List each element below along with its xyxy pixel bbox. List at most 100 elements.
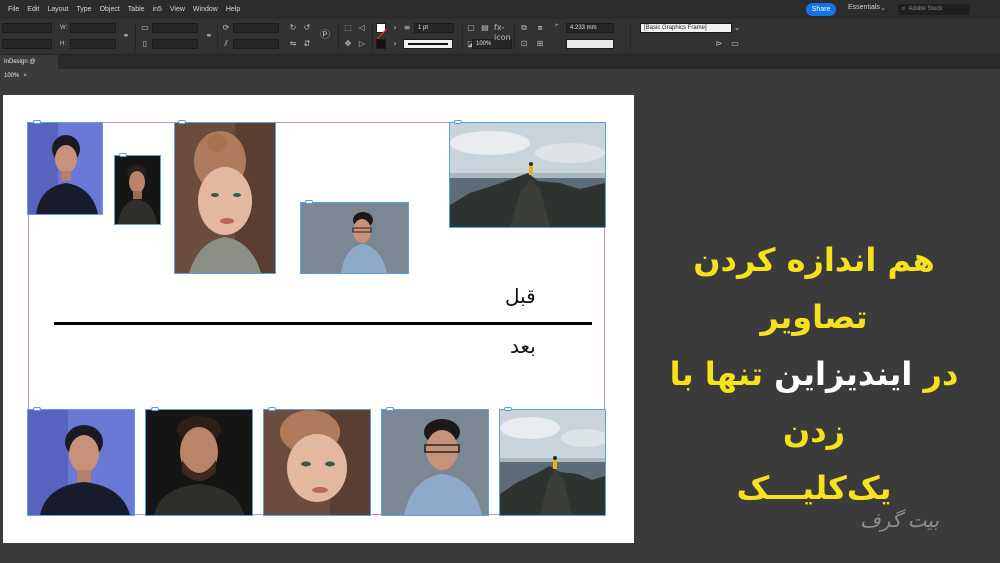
document-tab[interactable]: InDesign @ 100% × (0, 55, 58, 79)
image-frame-woman-blue-before[interactable] (27, 122, 103, 215)
woman-blue-portrait (28, 410, 134, 515)
man-glasses-portrait (382, 410, 488, 515)
rotate-cw-icon[interactable]: ↻ (288, 23, 298, 33)
frame-handle[interactable] (33, 120, 41, 124)
frame-handle[interactable] (454, 120, 462, 124)
object-style-chevron-icon[interactable]: ⌄ (732, 23, 742, 33)
corner-size-field[interactable]: 4.233 mm (566, 23, 614, 33)
object-style-select[interactable]: [Basic Graphics Frame] (640, 23, 732, 33)
stock-search-placeholder: Adobe Stock (908, 6, 943, 12)
stroke-type-select[interactable] (403, 39, 453, 49)
control-panel: W: H: ⚭ ▭ ▯ ⚭ ⟳ ⫽ ↻ ↺ ⇋ ⇵ Ⓟ ⬚ ✥ ◁ ▷ › › … (0, 19, 1000, 55)
image-frame-man-dark-after[interactable] (145, 409, 253, 516)
flip-vertical-icon[interactable]: ⇵ (302, 39, 312, 49)
stroke-weight-field[interactable]: 1 pt (414, 23, 454, 33)
image-frame-redhead-before[interactable] (174, 122, 276, 274)
frame-options-icon[interactable]: ▭ (730, 39, 740, 49)
drop-shadow-icon[interactable]: ▢ (466, 23, 476, 33)
headline-highlight: ایندیزاین (774, 355, 913, 393)
scale-y-field[interactable] (152, 39, 198, 49)
constrain-scale-icon[interactable]: ⚭ (204, 31, 214, 41)
height-field[interactable] (70, 39, 116, 49)
man-dark-portrait (115, 156, 160, 224)
x-field[interactable] (2, 23, 52, 33)
height-label: H: (60, 41, 66, 47)
select-content-icon[interactable]: ✥ (343, 39, 353, 49)
flip-horizontal-icon[interactable]: ⇋ (288, 39, 298, 49)
select-next-icon[interactable]: ▷ (357, 39, 367, 49)
frame-handle[interactable] (386, 407, 394, 411)
width-label: W: (60, 25, 68, 31)
select-previous-icon[interactable]: ◁ (357, 23, 367, 33)
woman-blue-portrait (28, 123, 102, 214)
mountain-landscape (450, 123, 605, 227)
reference-point-icon[interactable]: Ⓟ (320, 31, 330, 41)
scale-x-field[interactable] (152, 23, 198, 33)
frame-handle[interactable] (119, 153, 127, 157)
rotate-icon: ⟳ (222, 23, 230, 32)
menu-window[interactable]: Window (193, 6, 218, 13)
fill-chevron-icon[interactable]: › (390, 23, 400, 33)
share-button[interactable]: Share (806, 3, 836, 16)
rotate-ccw-icon[interactable]: ↺ (302, 23, 312, 33)
image-frame-mountain-after[interactable] (499, 409, 606, 516)
constrain-link-icon[interactable]: ⚭ (121, 31, 131, 41)
center-content-icon[interactable]: ⊡ (519, 39, 529, 49)
close-icon[interactable]: × (23, 73, 27, 79)
object-style-value: [Basic Graphics Frame] (644, 25, 707, 31)
fit-frame-icon[interactable]: ⧈ (535, 23, 545, 33)
separator (514, 23, 515, 51)
document-tab-bar: InDesign @ 100% × (0, 55, 1000, 79)
shear-icon: ⫽ (224, 39, 228, 48)
rotation-field[interactable] (233, 23, 279, 33)
menu-layout[interactable]: Layout (47, 6, 68, 13)
image-frame-redhead-after[interactable] (263, 409, 371, 516)
stroke-chevron-icon[interactable]: › (390, 39, 400, 49)
corner-shape-icon[interactable]: ⌜ (552, 23, 562, 33)
clear-overrides-icon[interactable]: ⊳ (714, 39, 724, 49)
stock-search-input[interactable]: ⌕ Adobe Stock (898, 4, 970, 15)
menu-view[interactable]: View (170, 6, 185, 13)
menu-object[interactable]: Object (100, 6, 120, 13)
frame-handle[interactable] (178, 120, 186, 124)
man-glasses-portrait (301, 203, 408, 273)
frame-handle[interactable] (268, 407, 276, 411)
shear-field[interactable] (233, 39, 279, 49)
menu-table[interactable]: Table (128, 6, 145, 13)
text-wrap-icon[interactable]: ▤ (480, 23, 490, 33)
none-swatch-slash (376, 28, 388, 40)
stroke-swatch-icon[interactable] (376, 39, 386, 49)
select-container-icon[interactable]: ⬚ (343, 23, 353, 33)
separator (462, 23, 463, 51)
frame-handle[interactable] (151, 407, 159, 411)
fit-content-icon[interactable]: ⧉ (519, 23, 529, 33)
corner-type-select[interactable] (566, 39, 614, 49)
chevron-down-icon[interactable]: ⌄ (880, 4, 886, 12)
fill-swatch-icon[interactable] (376, 23, 388, 40)
menu-help[interactable]: Help (226, 6, 240, 13)
frame-handle[interactable] (504, 407, 512, 411)
image-frame-man-glasses-before[interactable] (300, 202, 409, 274)
frame-handle[interactable] (305, 200, 313, 204)
image-frame-man-glasses-after[interactable] (381, 409, 489, 516)
y-field[interactable] (2, 39, 52, 49)
divider-line[interactable] (54, 322, 592, 325)
fill-frame-icon[interactable]: ⊞ (535, 39, 545, 49)
menu-edit[interactable]: Edit (27, 6, 39, 13)
separator (630, 23, 631, 51)
zoom-value: 100% (476, 41, 492, 47)
image-frame-man-dark-before[interactable] (114, 155, 161, 225)
watermark-logo: بیت گرف (860, 508, 939, 532)
menu-file[interactable]: File (8, 6, 19, 13)
menu-type[interactable]: Type (76, 6, 91, 13)
scale-x-icon: ▭ (141, 23, 149, 32)
frame-handle[interactable] (33, 407, 41, 411)
image-frame-mountain-before[interactable] (449, 122, 606, 228)
effects-icon[interactable]: fx-icon (494, 23, 511, 43)
width-field[interactable] (70, 23, 116, 33)
menu-in5[interactable]: in5 (153, 6, 162, 13)
separator (135, 23, 136, 51)
man-dark-portrait (146, 410, 252, 515)
workspace-switcher[interactable]: Essentials (848, 4, 880, 11)
image-frame-woman-blue-after[interactable] (27, 409, 135, 516)
